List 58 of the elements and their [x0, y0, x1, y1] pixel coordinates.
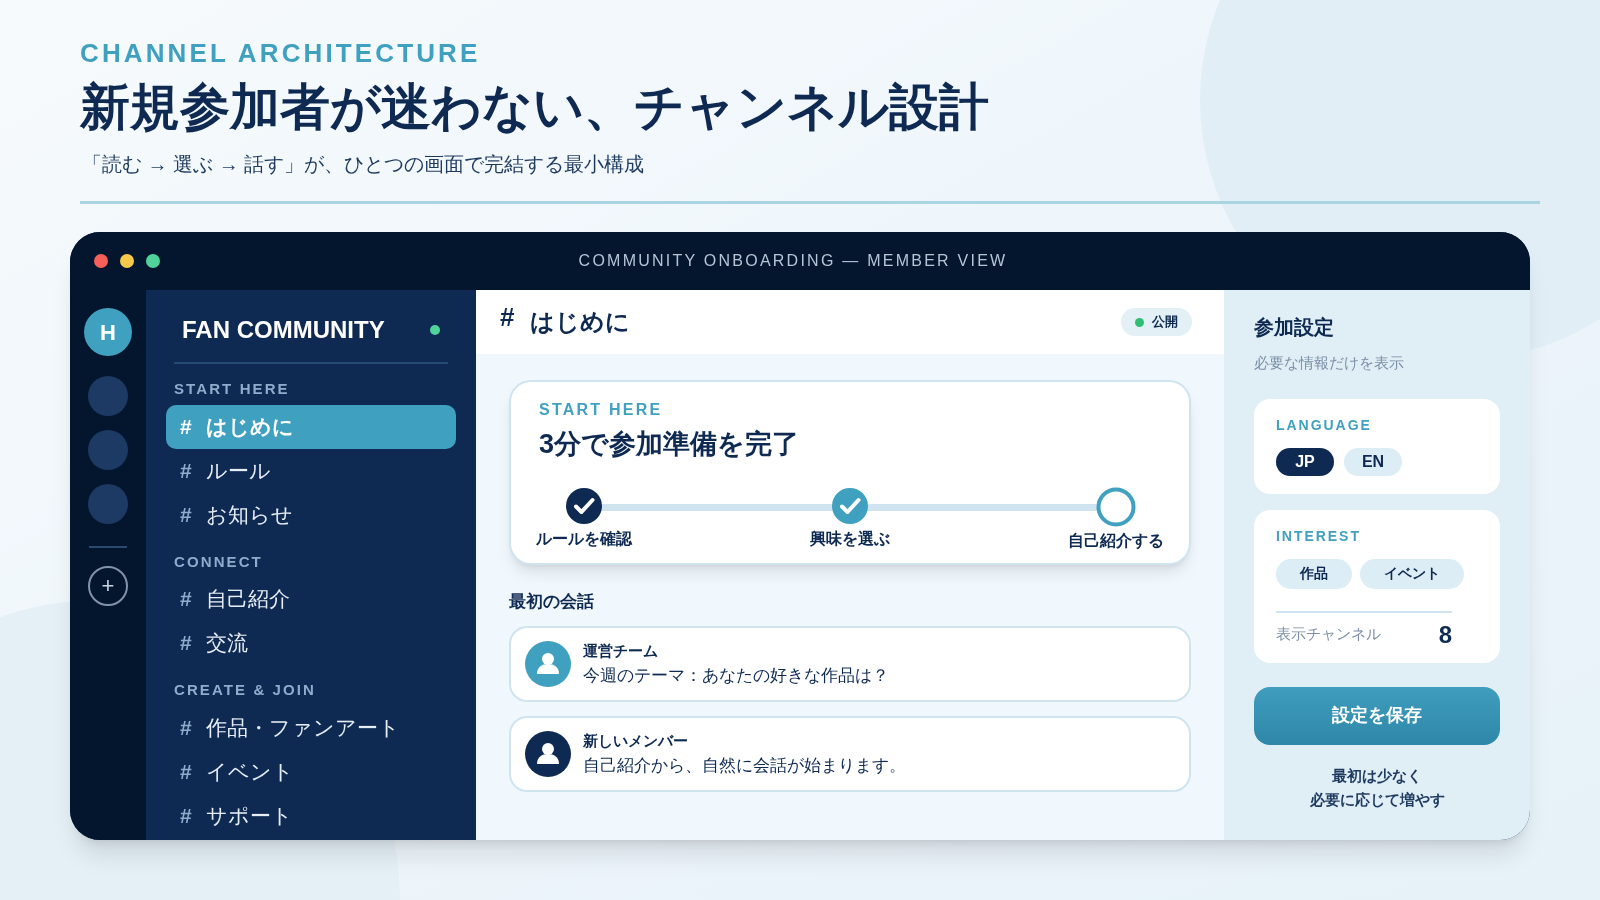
section-heading: 最初の会話	[509, 590, 595, 613]
settings-subtitle: 必要な情報だけを表示	[1254, 353, 1405, 373]
message-author: 運営チーム	[583, 641, 659, 661]
channel-label: はじめに	[205, 413, 294, 440]
message-author: 新しいメンバー	[583, 731, 689, 751]
language-chip[interactable]: JP	[1276, 447, 1334, 476]
channel-label: ルール	[205, 457, 271, 484]
card-eyebrow: START HERE	[539, 400, 664, 420]
hash-icon: #	[180, 410, 192, 443]
section-heading: CREATE & JOIN	[173, 680, 318, 700]
channel-label: 自己紹介	[205, 586, 290, 613]
window-title: COMMUNITY ONBOARDING — MEMBER VIEW	[578, 251, 1008, 271]
channel-label: 交流	[205, 630, 248, 657]
message-text: 自己紹介から、自然に会話が始まります。	[583, 754, 906, 777]
channel-count: 8	[1438, 619, 1452, 650]
channel-label: 作品・ファンアート	[205, 714, 400, 741]
subtitle: 「読む → 選ぶ → 話す」が、ひとつの画面で完結する最小構成	[82, 151, 646, 177]
channel-item[interactable]: # イベント	[166, 749, 456, 794]
interest-chip[interactable]: イベント	[1360, 558, 1464, 589]
section-heading: CONNECT	[173, 551, 264, 572]
hash-icon: #	[500, 297, 515, 337]
settings-title: 参加設定	[1254, 315, 1335, 340]
message-text: 今週のテーマ：あなたの好きな作品は？	[583, 664, 889, 687]
eyebrow: CHANNEL ARCHITECTURE	[80, 40, 482, 66]
count-label: 表示チャンネル	[1276, 624, 1381, 645]
hash-icon: #	[180, 498, 192, 531]
channel-item[interactable]: # ルール	[166, 448, 456, 493]
language-chip[interactable]: EN	[1344, 447, 1402, 476]
public-badge: 公開	[1121, 308, 1192, 336]
channel-item[interactable]: # お知らせ	[166, 492, 456, 537]
section-heading: START HERE	[173, 379, 291, 399]
channel-label: イベント	[205, 758, 294, 785]
interest-chip[interactable]: 作品	[1276, 558, 1352, 589]
community-name: FAN COMMUNITY	[182, 315, 385, 345]
save-button[interactable]: 設定を保存	[1254, 686, 1500, 745]
add-server-button[interactable]: +	[88, 566, 128, 606]
channel-item[interactable]: # 交流	[166, 621, 456, 665]
card-eyebrow: LANGUAGE	[1276, 415, 1373, 435]
hash-icon: #	[180, 454, 192, 487]
step-label: 興味を選ぶ	[810, 528, 890, 549]
headline: 新規参加者が迷わない、チャンネル設計	[80, 78, 990, 137]
channel-label: お知らせ	[205, 501, 293, 528]
note-text: 最初は少なく	[1332, 765, 1422, 786]
hash-icon: #	[180, 627, 192, 659]
hash-icon: #	[180, 583, 192, 615]
channel-item[interactable]: # 自己紹介	[166, 577, 456, 621]
card-title: 3分で参加準備を完了	[539, 428, 801, 461]
step-label: ルールを確認	[536, 528, 632, 549]
step-label: 自己紹介する	[1068, 530, 1164, 551]
channel-label: サポート	[205, 802, 293, 829]
note-text: 必要に応じて増やす	[1309, 790, 1445, 810]
channel-item[interactable]: # サポート	[166, 793, 456, 838]
channel-item[interactable]: # 作品・ファンアート	[166, 705, 456, 750]
hash-icon: #	[180, 799, 192, 832]
hash-icon: #	[180, 755, 192, 788]
hash-icon: #	[180, 711, 192, 744]
card-eyebrow: INTEREST	[1276, 526, 1362, 546]
channel-title: はじめに	[530, 307, 631, 337]
